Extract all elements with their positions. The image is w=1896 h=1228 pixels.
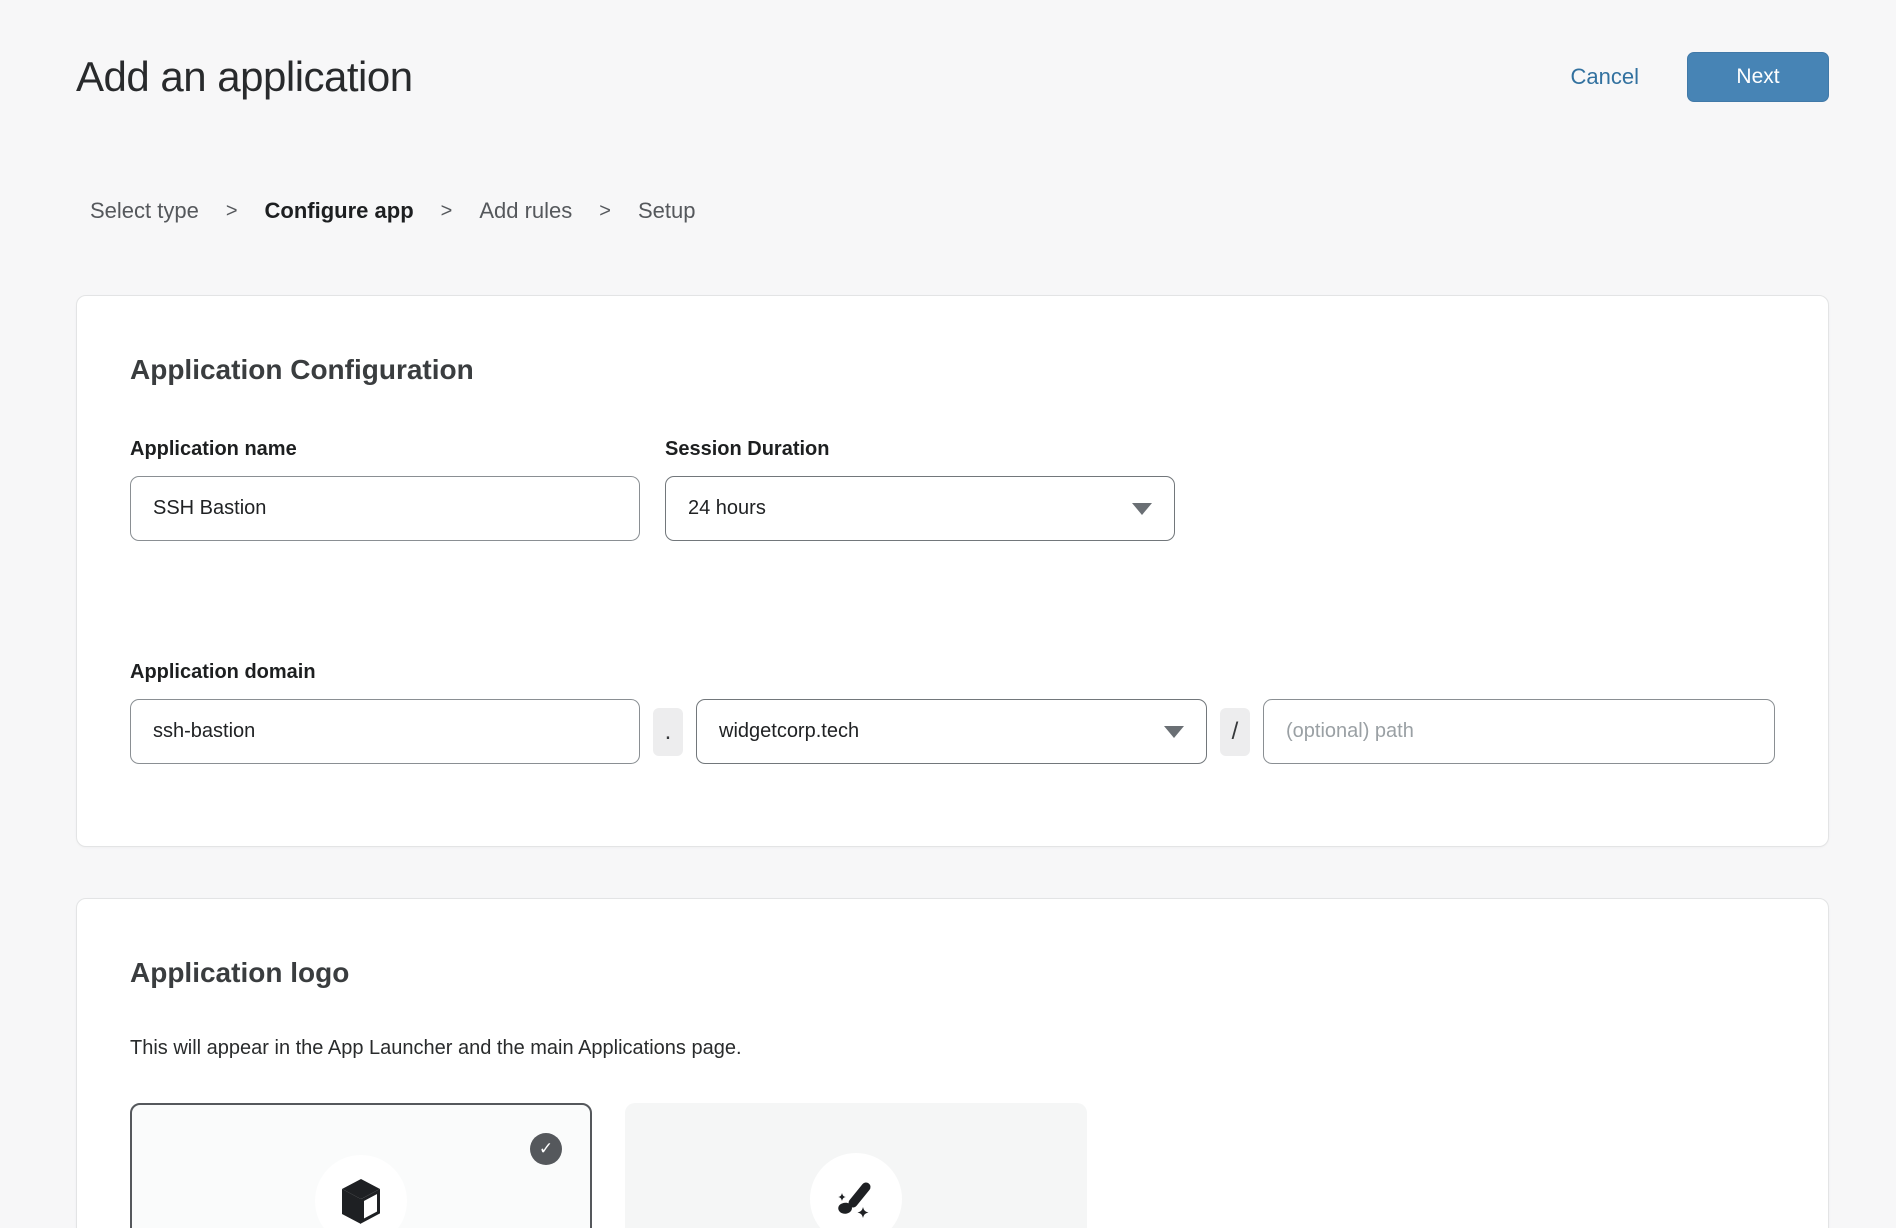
next-button[interactable]: Next bbox=[1687, 52, 1829, 102]
application-logo-description: This will appear in the App Launcher and… bbox=[130, 1037, 1775, 1060]
application-domain-label: Application domain bbox=[130, 661, 1775, 684]
chevron-down-icon bbox=[1164, 726, 1184, 738]
dot-separator: . bbox=[653, 708, 683, 756]
logo-option-default[interactable]: ✓ bbox=[130, 1103, 592, 1228]
breadcrumb-separator: > bbox=[226, 200, 238, 223]
logo-option-tiles: ✓ bbox=[130, 1103, 1775, 1228]
application-name-field-group: Application name bbox=[130, 438, 640, 541]
session-duration-label: Session Duration bbox=[665, 438, 1175, 461]
name-session-row: Application name Session Duration 24 hou… bbox=[130, 438, 1775, 541]
step-configure-app[interactable]: Configure app bbox=[265, 198, 414, 224]
wizard-breadcrumb: Select type > Configure app > Add rules … bbox=[76, 198, 1829, 224]
application-name-label: Application name bbox=[130, 438, 640, 461]
application-configuration-heading: Application Configuration bbox=[130, 296, 1775, 386]
cube-icon bbox=[340, 1178, 382, 1225]
breadcrumb-separator: > bbox=[441, 200, 453, 223]
slash-separator: / bbox=[1220, 708, 1250, 756]
application-logo-heading: Application logo bbox=[130, 899, 1775, 989]
subdomain-input[interactable] bbox=[130, 699, 640, 764]
header-actions: Cancel Next bbox=[1571, 52, 1829, 102]
step-select-type[interactable]: Select type bbox=[90, 198, 199, 224]
step-setup[interactable]: Setup bbox=[638, 198, 696, 224]
application-logo-card: Application logo This will appear in the… bbox=[76, 898, 1829, 1228]
add-application-page: Add an application Cancel Next Select ty… bbox=[0, 0, 1896, 1228]
page-header: Add an application Cancel Next bbox=[76, 0, 1829, 102]
logo-option-custom[interactable] bbox=[625, 1103, 1087, 1228]
application-name-input[interactable] bbox=[130, 476, 640, 541]
breadcrumb-separator: > bbox=[599, 200, 611, 223]
session-duration-field-group: Session Duration 24 hours bbox=[665, 438, 1175, 541]
default-logo-circle bbox=[315, 1155, 407, 1228]
domain-value: widgetcorp.tech bbox=[719, 720, 859, 743]
page-title: Add an application bbox=[76, 53, 413, 101]
step-add-rules[interactable]: Add rules bbox=[479, 198, 572, 224]
application-configuration-card: Application Configuration Application na… bbox=[76, 295, 1829, 847]
session-duration-value: 24 hours bbox=[688, 497, 766, 520]
cancel-button[interactable]: Cancel bbox=[1571, 64, 1639, 90]
check-icon: ✓ bbox=[530, 1133, 562, 1165]
domain-select[interactable]: widgetcorp.tech bbox=[696, 699, 1207, 764]
session-duration-select[interactable]: 24 hours bbox=[665, 476, 1175, 541]
path-input[interactable] bbox=[1263, 699, 1775, 764]
custom-logo-circle bbox=[810, 1153, 902, 1228]
application-domain-row: . widgetcorp.tech / bbox=[130, 699, 1775, 764]
chevron-down-icon bbox=[1132, 503, 1152, 515]
paintbrush-icon bbox=[834, 1177, 878, 1221]
